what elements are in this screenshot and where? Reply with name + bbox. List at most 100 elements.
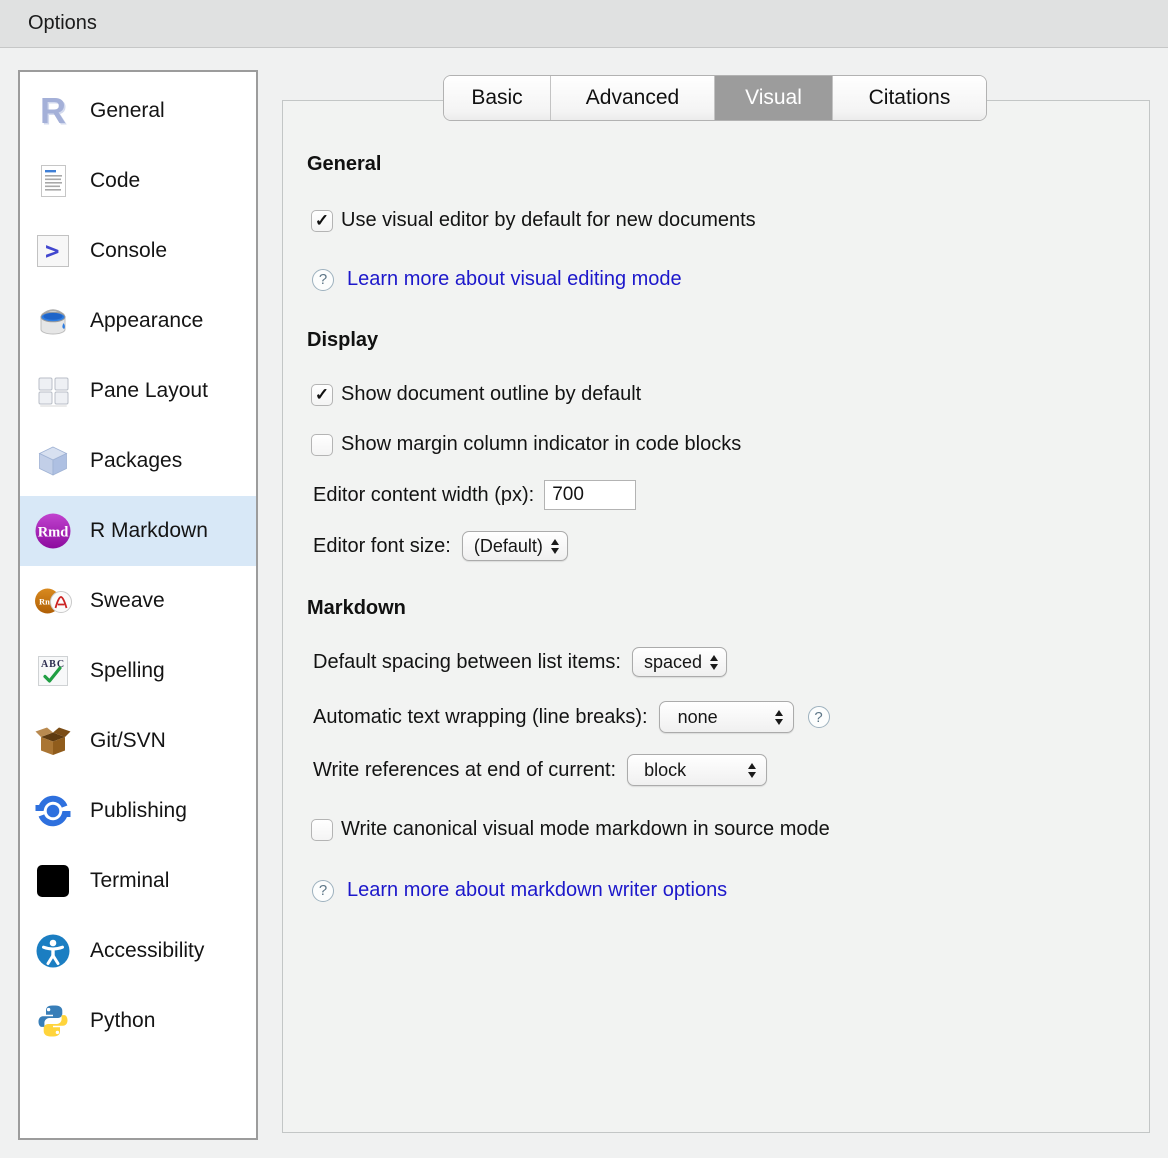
stepper-arrows-icon: [748, 763, 756, 778]
options-sidebar: R General Code > Console: [18, 70, 258, 1140]
editor-font-size-label: Editor font size:: [313, 535, 451, 558]
sidebar-item-label: Accessibility: [90, 939, 204, 963]
row-write-references: Write references at end of current: bloc…: [313, 754, 767, 786]
editing-tabs: Basic Advanced Visual Citations: [443, 75, 987, 121]
svg-text:>: >: [45, 237, 59, 265]
section-heading-general: General: [307, 153, 381, 176]
row-learn-markdown-writer: Learn more about markdown writer options: [312, 879, 727, 902]
git-box-icon: [33, 721, 73, 761]
learn-visual-editing-link[interactable]: Learn more about visual editing mode: [347, 268, 682, 291]
stepper-arrows-icon: [551, 539, 559, 554]
row-canonical-markdown: ✓ Write canonical visual mode markdown i…: [311, 818, 830, 841]
stepper-arrows-icon: [710, 655, 718, 670]
sidebar-item-label: General: [90, 99, 165, 123]
sidebar-item-label: Spelling: [90, 659, 165, 683]
publishing-connect-icon: [33, 791, 73, 831]
list-spacing-label: Default spacing between list items:: [313, 651, 621, 674]
window-title: Options: [28, 12, 97, 35]
row-list-spacing: Default spacing between list items: spac…: [313, 647, 727, 677]
use-visual-editor-label: Use visual editor by default for new doc…: [341, 209, 756, 232]
learn-markdown-writer-link[interactable]: Learn more about markdown writer options: [347, 879, 727, 902]
sidebar-item-label: Console: [90, 239, 167, 263]
row-text-wrapping: Automatic text wrapping (line breaks): n…: [313, 701, 830, 733]
code-document-icon: [33, 161, 73, 201]
sidebar-item-label: Publishing: [90, 799, 187, 823]
rmarkdown-badge-icon: Rmd: [33, 511, 73, 551]
sidebar-item-label: Pane Layout: [90, 379, 208, 403]
help-icon[interactable]: [312, 880, 334, 902]
spellcheck-icon: ABC: [33, 651, 73, 691]
sidebar-item-label: Sweave: [90, 589, 165, 613]
write-references-label: Write references at end of current:: [313, 759, 616, 782]
python-logo-icon: [33, 1001, 73, 1041]
accessibility-person-icon: [33, 931, 73, 971]
canonical-markdown-label: Write canonical visual mode markdown in …: [341, 818, 830, 841]
text-wrapping-label: Automatic text wrapping (line breaks):: [313, 706, 648, 729]
sidebar-item-label: Appearance: [90, 309, 203, 333]
tab-basic[interactable]: Basic: [444, 76, 551, 120]
sidebar-item-spelling[interactable]: ABC Spelling: [20, 636, 256, 706]
sidebar-item-packages[interactable]: Packages: [20, 426, 256, 496]
selected-value: spaced: [644, 652, 702, 673]
pane-grid-icon: [33, 371, 73, 411]
sidebar-item-label: Python: [90, 1009, 155, 1033]
row-learn-visual-editing: Learn more about visual editing mode: [312, 268, 682, 291]
sidebar-item-pane-layout[interactable]: Pane Layout: [20, 356, 256, 426]
sidebar-item-accessibility[interactable]: Accessibility: [20, 916, 256, 986]
show-margin-label: Show margin column indicator in code blo…: [341, 433, 741, 456]
selected-value: block: [644, 760, 686, 781]
sidebar-item-code[interactable]: Code: [20, 146, 256, 216]
show-outline-label: Show document outline by default: [341, 383, 641, 406]
check-mark-icon: ✓: [315, 386, 329, 403]
svg-text:Rmd: Rmd: [38, 525, 69, 541]
terminal-square-icon: [33, 861, 73, 901]
sidebar-item-console[interactable]: > Console: [20, 216, 256, 286]
selected-value: (Default): [474, 536, 543, 557]
section-heading-display: Display: [307, 329, 378, 352]
selected-value: none: [678, 707, 718, 728]
section-heading-markdown: Markdown: [307, 597, 406, 620]
console-prompt-icon: >: [33, 231, 73, 271]
list-spacing-select[interactable]: spaced: [632, 647, 727, 677]
sidebar-item-python[interactable]: Python: [20, 986, 256, 1056]
package-cube-icon: [33, 441, 73, 481]
sidebar-item-sweave[interactable]: Rnw Sweave: [20, 566, 256, 636]
row-editor-content-width: Editor content width (px):: [313, 480, 636, 510]
sidebar-item-label: Code: [90, 169, 140, 193]
sidebar-item-git-svn[interactable]: Git/SVN: [20, 706, 256, 776]
row-editor-font-size: Editor font size: (Default): [313, 531, 568, 561]
sidebar-item-appearance[interactable]: Appearance: [20, 286, 256, 356]
write-references-select[interactable]: block: [627, 754, 767, 786]
sidebar-item-terminal[interactable]: Terminal: [20, 846, 256, 916]
show-margin-checkbox[interactable]: ✓: [311, 434, 333, 456]
paint-can-icon: [33, 301, 73, 341]
sidebar-item-general[interactable]: R General: [20, 76, 256, 146]
sidebar-item-publishing[interactable]: Publishing: [20, 776, 256, 846]
sidebar-item-label: Git/SVN: [90, 729, 166, 753]
show-outline-checkbox[interactable]: ✓: [311, 384, 333, 406]
sidebar-item-r-markdown[interactable]: Rmd R Markdown: [20, 496, 256, 566]
tab-visual[interactable]: Visual: [715, 76, 833, 120]
sidebar-item-label: Packages: [90, 449, 182, 473]
use-visual-editor-checkbox[interactable]: ✓: [311, 210, 333, 232]
editor-content-width-label: Editor content width (px):: [313, 484, 534, 507]
sidebar-item-label: R Markdown: [90, 519, 208, 543]
options-content-panel: General ✓ Use visual editor by default f…: [282, 100, 1150, 1133]
editor-content-width-input[interactable]: [544, 480, 636, 510]
tab-citations[interactable]: Citations: [833, 76, 986, 120]
help-icon[interactable]: [808, 706, 830, 728]
row-show-margin: ✓ Show margin column indicator in code b…: [311, 433, 741, 456]
sweave-pdf-badge-icon: Rnw: [33, 581, 73, 621]
tab-advanced[interactable]: Advanced: [551, 76, 715, 120]
editor-font-size-select[interactable]: (Default): [462, 531, 568, 561]
stepper-arrows-icon: [775, 710, 783, 725]
r-logo-icon: R: [33, 91, 73, 131]
text-wrapping-select[interactable]: none: [659, 701, 794, 733]
row-show-outline: ✓ Show document outline by default: [311, 383, 641, 406]
check-mark-icon: ✓: [315, 212, 329, 229]
window-titlebar: Options: [0, 0, 1168, 48]
sidebar-item-label: Terminal: [90, 869, 169, 893]
help-icon[interactable]: [312, 269, 334, 291]
row-use-visual-editor: ✓ Use visual editor by default for new d…: [311, 209, 756, 232]
canonical-markdown-checkbox[interactable]: ✓: [311, 819, 333, 841]
